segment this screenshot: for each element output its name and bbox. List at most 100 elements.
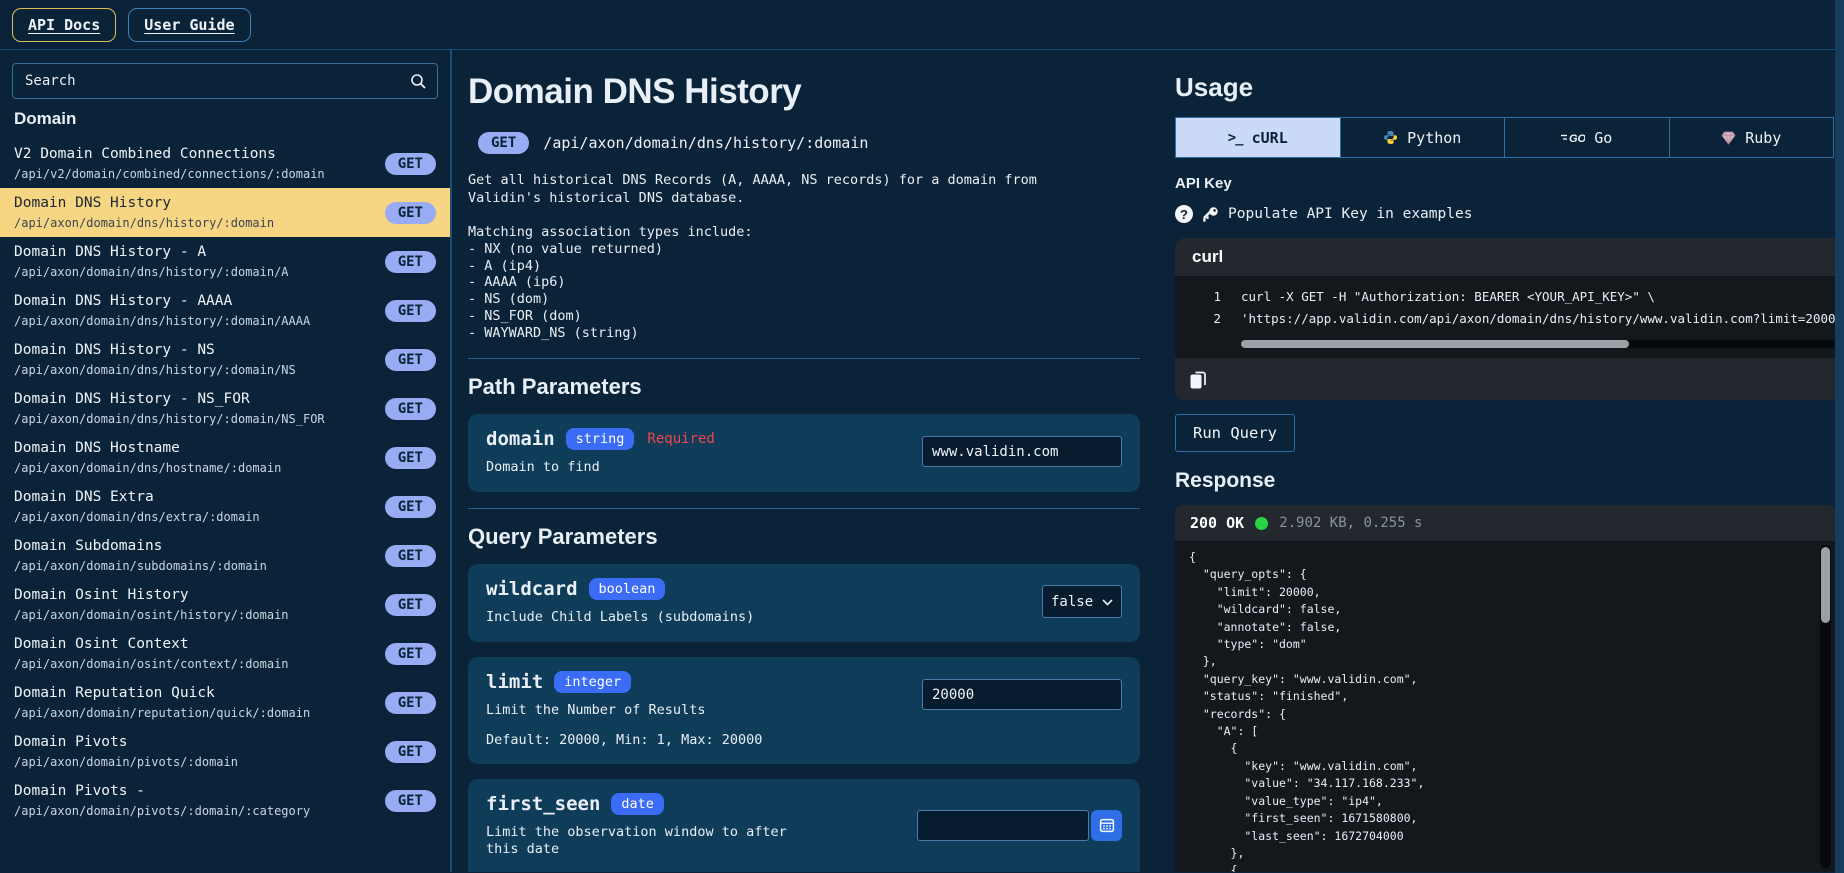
response-panel: 200 OK 2.902 KB, 0.255 s { "query_opts":… [1175,505,1836,872]
sidebar-item[interactable]: Domain DNS History - NS/api/axon/domain/… [0,335,450,384]
sidebar-item[interactable]: Domain Osint Context/api/axon/domain/osi… [0,629,450,678]
domain-input[interactable] [922,436,1122,468]
sidebar-item-title: Domain DNS History [14,195,172,211]
sidebar-item[interactable]: Domain Reputation Quick/api/axon/domain/… [0,678,450,727]
sidebar-item[interactable]: Domain DNS History - NS_FOR/api/axon/dom… [0,384,450,433]
user-guide-button[interactable]: User Guide [128,7,251,42]
select-value: false [1051,593,1094,610]
tab-python[interactable]: Python [1339,118,1505,157]
param-control [917,809,1122,841]
sidebar-item[interactable]: Domain DNS Extra/api/axon/domain/dns/ext… [0,482,450,531]
matching-type-item: - NX (no value returned) [468,240,664,257]
param-card-limit: limit integer Limit the Number of Results D… [468,656,1140,764]
method-badge: GET [384,642,436,665]
param-name: limit [486,670,544,693]
sidebar-item-text: Domain DNS Hostname/api/axon/domain/dns/… [14,440,281,475]
page-scrollbar[interactable] [1835,0,1844,873]
tab-curl[interactable]: >_ cURL [1176,118,1340,157]
method-badge: GET [384,152,436,175]
sidebar-item-text: Domain Pivots/api/axon/domain/pivots/:do… [14,734,238,769]
language-tabs: >_ cURL Python GO Go Ruby [1175,117,1834,158]
wildcard-select[interactable]: false [1042,585,1122,619]
help-icon[interactable]: ? [1175,205,1193,223]
divider [468,357,1140,359]
code-line-text: 'https://app.validin.com/api/axon/domain… [1241,311,1844,326]
divider [468,507,1140,509]
sidebar-item-title: V2 Domain Combined Connections [14,146,276,162]
query-parameters-heading: Query Parameters [468,523,658,549]
sidebar-item-title: Domain Subdomains [14,538,163,554]
run-query-button[interactable]: Run Query [1175,414,1295,452]
page-title: Domain DNS History [468,72,802,111]
sidebar-item[interactable]: Domain Pivots/api/axon/domain/pivots/:do… [0,727,450,776]
response-status-bar: 200 OK 2.902 KB, 0.255 s [1175,505,1836,541]
param-type-badge: integer [554,670,632,693]
method-badge: GET [478,132,530,154]
limit-input[interactable] [922,679,1122,711]
response-heading: Response [1175,469,1276,492]
sidebar-item[interactable]: Domain DNS Hostname/api/axon/domain/dns/… [0,433,450,482]
param-info: first_seen date Limit the observation wind… [486,792,816,858]
param-type-badge: date [611,792,664,815]
sidebar-item-title: Domain DNS History - A [14,244,207,260]
param-name: first_seen [486,792,601,815]
param-note: Format: YYYY-MM-DD [486,871,1122,872]
sidebar-item-path: /api/axon/domain/reputation/quick/:domai… [14,706,311,720]
matching-types: Matching association types include: - NX… [468,224,1140,342]
sidebar-item-text: Domain Osint Context/api/axon/domain/osi… [14,636,289,671]
sidebar-item-text: Domain DNS History/api/axon/domain/dns/h… [14,195,274,230]
response-json: { "query_opts": { "limit": 20000, "wildc… [1189,550,1425,872]
sidebar-item-title: Domain DNS History - NS [14,342,215,358]
first_seen-input[interactable] [917,809,1089,841]
sidebar-item-path: /api/axon/domain/dns/extra/:domain [14,510,260,524]
terminal-icon: >_ [1227,129,1244,146]
search-input[interactable] [23,72,410,90]
endpoint-list: V2 Domain Combined Connections/api/v2/do… [0,139,450,825]
path-parameters-heading: Path Parameters [468,373,642,399]
historical-dns-database-link[interactable]: historical DNS database [549,190,736,206]
usage-panel: Usage >_ cURL Python GO Go Ruby API Key ? Pop… [1162,50,1844,872]
sidebar-item[interactable]: Domain Pivots - /api/axon/domain/pivots/:… [0,776,450,825]
code-scrollbar-thumb[interactable] [1241,340,1630,348]
sidebar-item[interactable]: Domain DNS History/api/axon/domain/dns/h… [0,188,450,237]
sidebar-item-title: Domain Pivots [14,734,128,750]
sidebar-item-path: /api/axon/domain/dns/history/:domain/AAA… [14,314,311,328]
sidebar-item-path: /api/axon/domain/subdomains/:domain [14,559,267,573]
response-meta: 2.902 KB, 0.255 s [1279,515,1423,531]
tab-label: Go [1594,128,1613,147]
method-badge: GET [384,691,436,714]
param-row: first_seen date Limit the observation wind… [486,792,1122,858]
populate-api-key-action[interactable]: ? Populate API Key in examples [1175,205,1834,223]
param-info: wildcard boolean Include Child Labels (sub… [486,577,754,626]
sidebar-item[interactable]: V2 Domain Combined Connections/api/v2/do… [0,139,450,188]
param-description: Limit the observation window to after th… [486,823,787,857]
copy-button[interactable] [1189,369,1208,390]
response-scrollbar-thumb[interactable] [1821,547,1830,623]
sidebar-item-text: Domain DNS History - NS/api/axon/domain/… [14,342,296,377]
sidebar-item[interactable]: Domain DNS History - A/api/axon/domain/d… [0,237,450,286]
endpoint-description: Get all historical DNS Records (A, AAAA,… [468,172,1140,207]
response-body: { "query_opts": { "limit": 20000, "wildc… [1175,541,1836,872]
api-docs-button[interactable]: API Docs [12,7,117,42]
tab-go[interactable]: GO Go [1504,118,1669,157]
sidebar-item[interactable]: Domain DNS History - AAAA/api/axon/domai… [0,286,450,335]
sidebar-item-title: Domain Osint Context [14,636,189,652]
method-badge: GET [384,740,436,763]
sidebar-item-path: /api/axon/domain/dns/history/:domain [14,216,275,230]
param-row: wildcard boolean Include Child Labels (sub… [486,577,1122,626]
param-control [922,679,1122,711]
sidebar-item[interactable]: Domain Subdomains/api/axon/domain/subdom… [0,531,450,580]
code-line: 2 'https://app.validin.com/api/axon/domai… [1175,308,1844,330]
param-name: domain [486,427,555,450]
status-ok-dot [1255,516,1269,530]
sidebar-item-title: Domain Reputation Quick [14,685,215,701]
sidebar-item-title: Domain DNS Extra [14,489,154,505]
tab-ruby[interactable]: Ruby [1668,118,1834,157]
sidebar-item-path: /api/axon/domain/dns/history/:domain/A [14,265,289,279]
sidebar-item-path: /api/axon/domain/osint/history/:domain [14,608,289,622]
first_seen-calendar-button[interactable] [1091,809,1122,841]
sidebar-item-title: Domain DNS History - AAAA [14,293,233,309]
sidebar-item[interactable]: Domain Osint History/api/axon/domain/osi… [0,580,450,629]
endpoint-detail: Domain DNS History GET /api/axon/domain/… [452,50,1162,872]
search-box [12,63,438,99]
